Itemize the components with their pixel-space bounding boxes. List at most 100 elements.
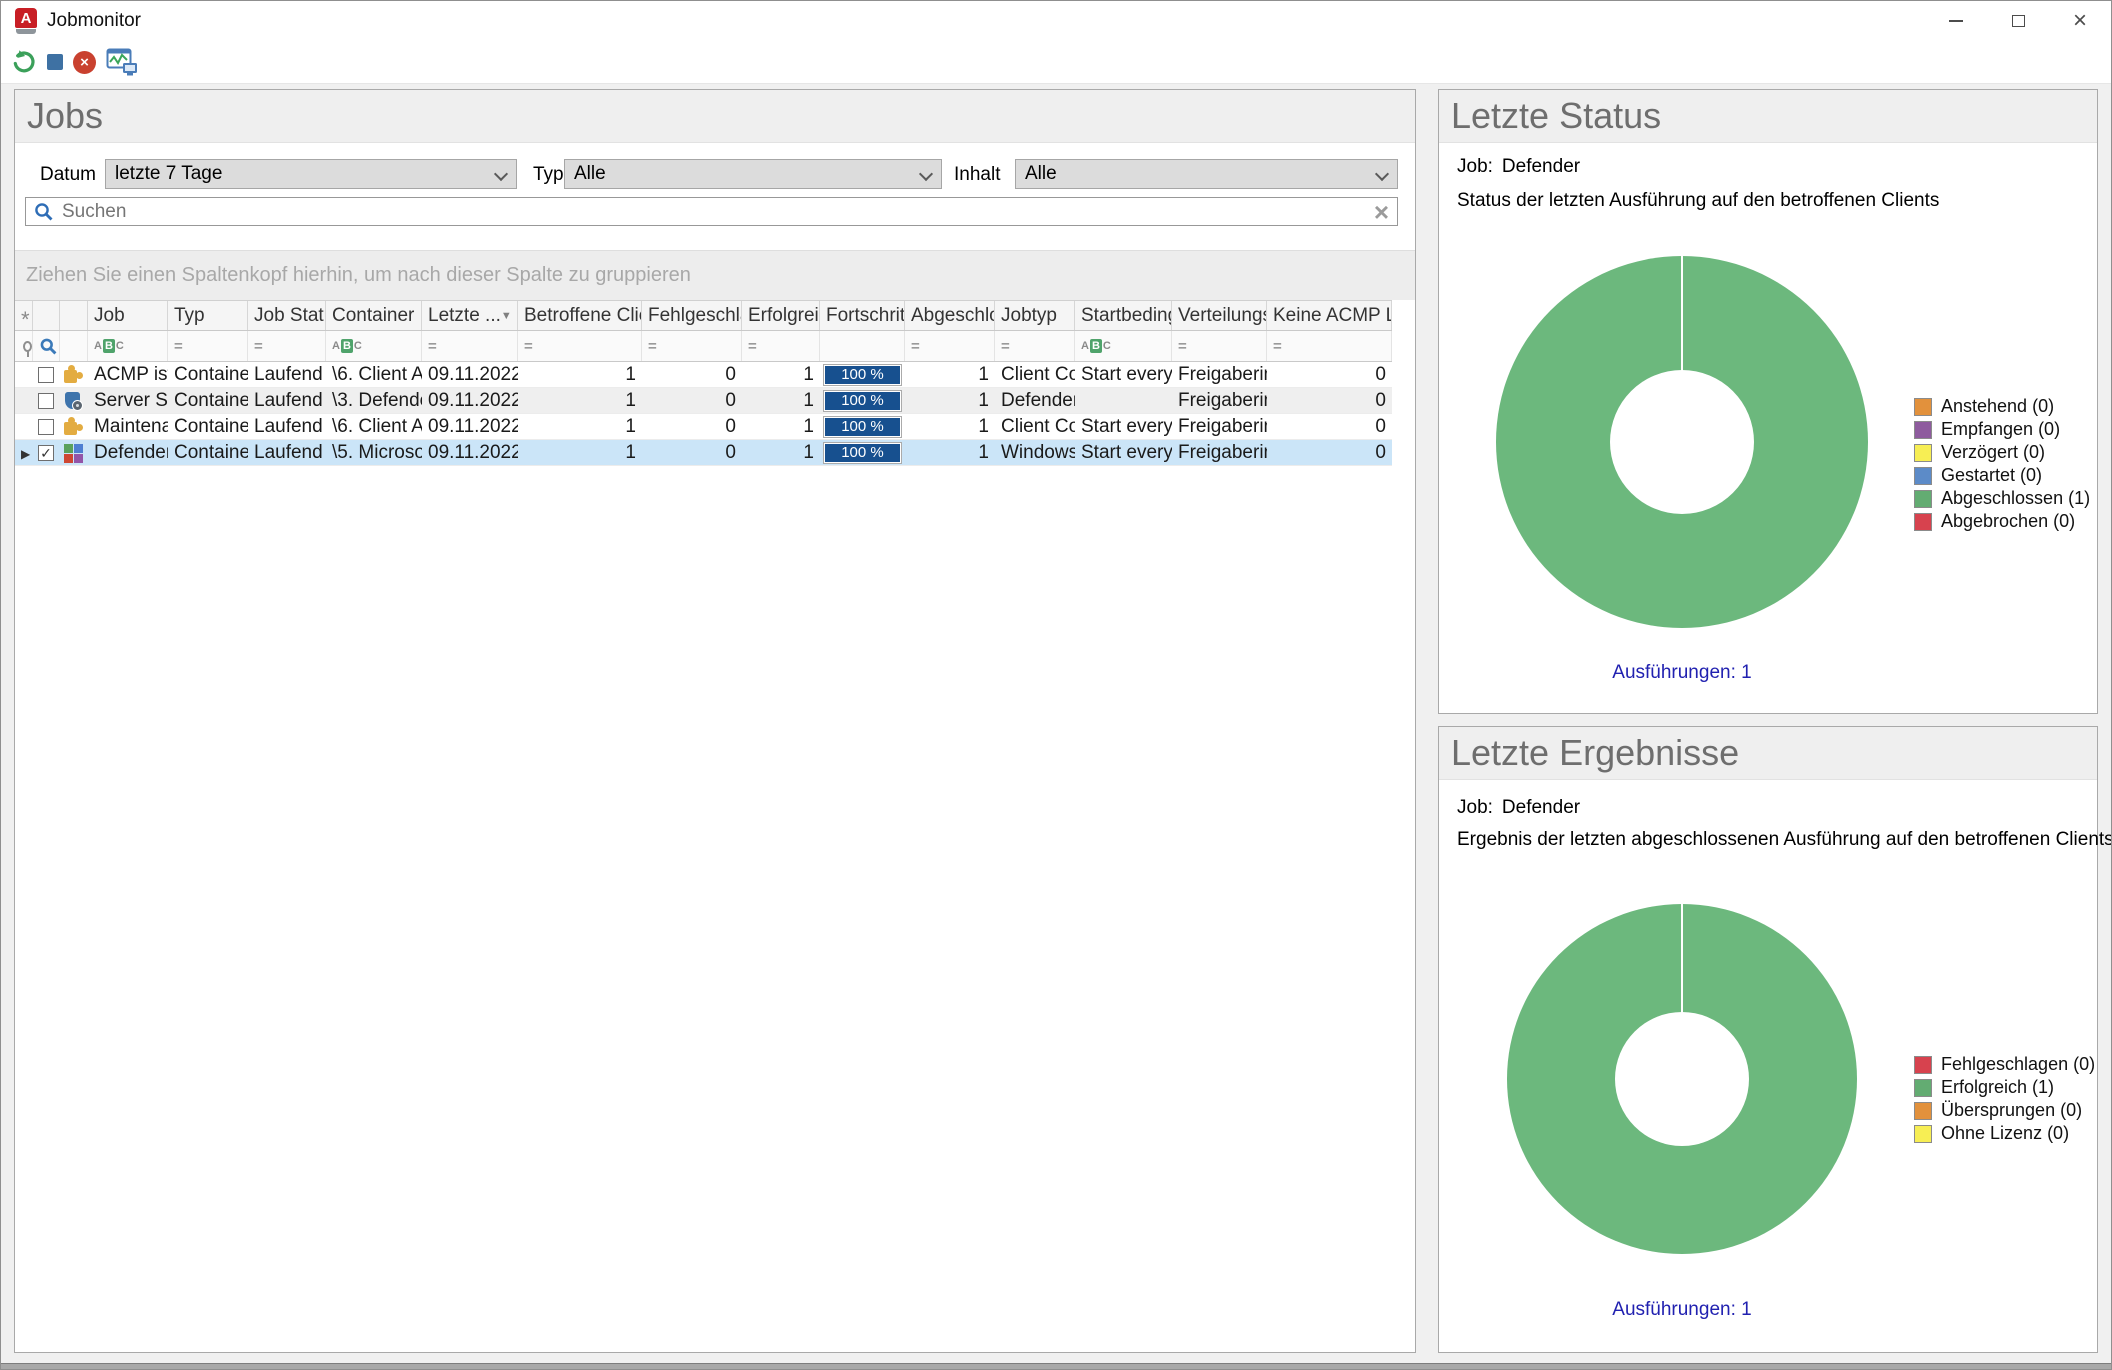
pin-icon	[23, 341, 32, 352]
column-header-Startbeding...[interactable]: Startbeding...	[1075, 301, 1172, 330]
status-job-line: Job:Defender	[1457, 156, 1580, 178]
datum-value: letzte 7 Tage	[115, 163, 222, 185]
column-header-Keine ACMP Li...[interactable]: Keine ACMP Li...	[1267, 301, 1392, 330]
row-checkbox[interactable]	[38, 367, 54, 383]
column-header-Fehlgeschla...[interactable]: Fehlgeschla...	[642, 301, 742, 330]
close-button[interactable]: ×	[2049, 1, 2111, 41]
open-jobmonitor-button[interactable]	[106, 45, 138, 79]
filter-cell-3[interactable]: ABC	[88, 331, 168, 361]
results-executions-link[interactable]: Ausführungen: 1	[1439, 1299, 1925, 1321]
cell-Betroffene Clie...: 1	[518, 414, 642, 440]
app-logo-icon: A	[15, 7, 37, 35]
chevron-down-icon	[1375, 167, 1389, 181]
stop-button[interactable]	[47, 45, 63, 79]
legend-swatch	[1914, 421, 1932, 439]
results-donut-hole	[1615, 1012, 1749, 1146]
minimize-button[interactable]	[1925, 1, 1987, 41]
filter-cell-10[interactable]: =	[742, 331, 820, 361]
table-row[interactable]: Maintena...ContainerLaufend\6. Client A.…	[15, 414, 1392, 440]
search-input[interactable]	[60, 200, 1366, 224]
cell-Verteilungs...: Freigabering	[1172, 440, 1267, 466]
filter-cell-0[interactable]	[15, 331, 33, 361]
cell-Erfolgreich: 1	[742, 388, 820, 414]
column-header-Fortschritt[interactable]: Fortschritt	[820, 301, 905, 330]
cell-Container P...: \3. Defende...	[326, 388, 422, 414]
column-header-Letzte ...[interactable]: Letzte ...▼	[422, 301, 518, 330]
cancel-button[interactable]: ×	[73, 45, 96, 79]
typ-dropdown[interactable]: Alle	[564, 159, 942, 189]
cell-Typ: Container	[168, 388, 248, 414]
cell-Container P...: \5. Microsof...	[326, 440, 422, 466]
column-header-Jobtyp[interactable]: Jobtyp	[995, 301, 1075, 330]
cell-Keine ACMP Li...: 0	[1267, 362, 1392, 388]
cell-Job Status: Laufend	[248, 362, 326, 388]
column-header-Typ[interactable]: Typ	[168, 301, 248, 330]
cell-Job Status: Laufend	[248, 414, 326, 440]
column-header-Erfolgreich[interactable]: Erfolgreich	[742, 301, 820, 330]
table-row[interactable]: ACMP ist ...ContainerLaufend\6. Client A…	[15, 362, 1392, 388]
legend-swatch	[1914, 1102, 1932, 1120]
legend-item: Abgebrochen (0)	[1914, 510, 2090, 533]
equals-filter-icon: =	[1001, 338, 1010, 355]
legend-swatch	[1914, 398, 1932, 416]
filter-cell-1[interactable]	[33, 331, 60, 361]
column-header-Container P...[interactable]: Container P...	[326, 301, 422, 330]
legend-item: Gestartet (0)	[1914, 464, 2090, 487]
filter-cell-15[interactable]: =	[1172, 331, 1267, 361]
clear-search-icon[interactable]: ×	[1374, 199, 1389, 225]
row-checkbox[interactable]: ✓	[38, 445, 54, 461]
filter-cell-2	[60, 331, 88, 361]
filter-cell-6[interactable]: ABC	[326, 331, 422, 361]
row-checkbox[interactable]	[38, 393, 54, 409]
status-panel-title: Letzte Status	[1439, 90, 2097, 143]
legend-label: Abgeschlossen (1)	[1941, 488, 2090, 509]
equals-filter-icon: =	[911, 338, 920, 355]
close-icon: ×	[2073, 9, 2087, 33]
results-legend: Fehlgeschlagen (0)Erfolgreich (1)Überspr…	[1914, 1053, 2095, 1145]
filter-cell-9[interactable]: =	[642, 331, 742, 361]
table-body: ACMP ist ...ContainerLaufend\6. Client A…	[15, 362, 1392, 466]
results-description: Ergebnis der letzten abgeschlossenen Aus…	[1457, 829, 2112, 851]
job-type-cell	[60, 362, 88, 388]
column-header-Abgeschlos...[interactable]: Abgeschlos...	[905, 301, 995, 330]
cell-Job Status: Laufend	[248, 388, 326, 414]
cell-Letzte ...: 09.11.2022 ...	[422, 362, 518, 388]
cell-Erfolgreich: 1	[742, 440, 820, 466]
group-by-hint: Ziehen Sie einen Spaltenkopf hierhin, um…	[15, 250, 1415, 300]
column-header-Job[interactable]: Job	[88, 301, 168, 330]
status-executions-link[interactable]: Ausführungen: 1	[1439, 662, 1925, 684]
inhalt-dropdown[interactable]: Alle	[1015, 159, 1398, 189]
filter-cell-7[interactable]: =	[422, 331, 518, 361]
typ-label: Typ	[533, 164, 564, 186]
maximize-button[interactable]	[1987, 1, 2049, 41]
datum-dropdown[interactable]: letzte 7 Tage	[105, 159, 517, 189]
refresh-button[interactable]	[11, 45, 37, 79]
filter-cell-16[interactable]: =	[1267, 331, 1392, 361]
equals-filter-icon: =	[428, 338, 437, 355]
cell-Startbeding...: Start every ...	[1075, 414, 1172, 440]
jobmonitor-window-icon	[106, 48, 138, 76]
filter-cell-13[interactable]: =	[995, 331, 1075, 361]
results-panel-title: Letzte Ergebnisse	[1439, 727, 2097, 780]
column-header-Job Status[interactable]: Job Status	[248, 301, 326, 330]
filter-cell-5[interactable]: =	[248, 331, 326, 361]
cell-Container P...: \6. Client A...	[326, 414, 422, 440]
table-row[interactable]: ▶✓DefenderContainerLaufend\5. Microsof..…	[15, 440, 1392, 466]
filter-cell-4[interactable]: =	[168, 331, 248, 361]
equals-filter-icon: =	[748, 338, 757, 355]
status-donut-chart	[1496, 256, 1868, 628]
column-header-Verteilungs...[interactable]: Verteilungs...	[1172, 301, 1267, 330]
table-row[interactable]: Server S...ContainerLaufend\3. Defende..…	[15, 388, 1392, 414]
window-title: Jobmonitor	[47, 10, 141, 32]
cell-Jobtyp: Defender	[995, 388, 1075, 414]
legend-swatch	[1914, 444, 1932, 462]
column-header-Betroffene Clie...[interactable]: Betroffene Clie...	[518, 301, 642, 330]
filter-cell-14[interactable]: ABC	[1075, 331, 1172, 361]
letzte-status-panel: Letzte Status Job:Defender Status der le…	[1438, 89, 2098, 714]
row-checkbox[interactable]	[38, 419, 54, 435]
taskbar-edge	[1, 1363, 2111, 1369]
filter-cell-12[interactable]: =	[905, 331, 995, 361]
jobs-table: *JobTypJob StatusContainer P...Letzte ..…	[15, 300, 1392, 466]
jobmonitor-window: A Jobmonitor × ×	[0, 0, 2112, 1370]
filter-cell-8[interactable]: =	[518, 331, 642, 361]
